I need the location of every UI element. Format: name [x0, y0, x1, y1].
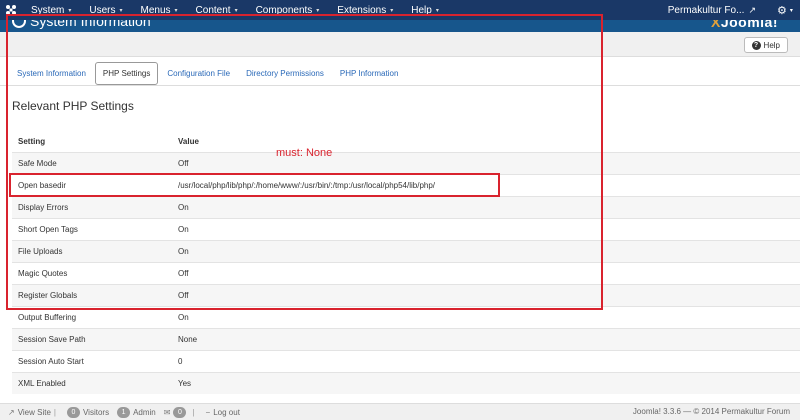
messages-status[interactable]: ✉ 0 — [163, 406, 190, 418]
help-icon: ? — [751, 40, 761, 50]
admin-count-badge: 1 — [117, 406, 131, 418]
caret-down-icon: ▾ — [234, 7, 238, 14]
annotation-highlight-box — [6, 14, 603, 310]
admin-status: 1 Admin — [117, 406, 156, 418]
setting-name: Session Auto Start — [18, 357, 84, 366]
status-bar: ↗ View Site | 0 Visitors 1 Admin ✉ 0 | −… — [0, 403, 800, 420]
caret-down-icon: ▾ — [390, 7, 394, 14]
setting-value: None — [178, 335, 198, 344]
settings-dropdown[interactable]: ⚙ ▾ — [770, 0, 800, 20]
caret-down-icon: ▾ — [68, 7, 72, 14]
divider: | — [192, 407, 195, 417]
setting-name: XML Enabled — [18, 379, 66, 388]
setting-value: On — [178, 313, 189, 322]
external-link-icon: ↗ — [8, 407, 15, 417]
help-button[interactable]: ? Help — [743, 37, 788, 53]
minus-icon: − — [205, 407, 211, 417]
logout-link[interactable]: − Log out — [206, 408, 240, 417]
annotation-note: must: None — [276, 147, 333, 159]
joomla-brand-logo: XJoomla! — [710, 20, 778, 30]
table-row: XML Enabled Yes — [12, 372, 800, 394]
view-site-link[interactable]: ↗ View Site — [8, 408, 51, 417]
caret-down-icon: ▾ — [435, 7, 439, 14]
footer-copyright: Joomla! 3.3.6 — © 2014 Permakultur Forum — [632, 407, 790, 416]
gear-icon: ⚙ — [777, 4, 787, 17]
messages-count-badge: 0 — [173, 406, 187, 418]
caret-down-icon: ▾ — [316, 7, 320, 14]
visitors-status: 0 Visitors — [66, 406, 109, 418]
divider: | — [53, 407, 56, 417]
site-name-link[interactable]: Permakultur Fo... ↗ — [664, 5, 760, 16]
setting-name: Output Buffering — [18, 313, 77, 322]
envelope-icon: ✉ — [163, 407, 171, 417]
table-row: Session Save Path None — [12, 328, 800, 350]
annotation-open-basedir-box — [9, 173, 500, 197]
setting-value: 0 — [178, 357, 183, 366]
table-row: Session Auto Start 0 — [12, 350, 800, 372]
setting-value: Yes — [178, 379, 192, 388]
caret-down-icon: ▾ — [174, 7, 178, 14]
caret-down-icon: ▾ — [119, 7, 123, 14]
visitors-count-badge: 0 — [66, 406, 80, 418]
setting-name: Session Save Path — [18, 335, 86, 344]
caret-down-icon: ▾ — [789, 7, 793, 14]
navbar-right: Permakultur Fo... ↗ ⚙ ▾ — [664, 0, 800, 20]
external-link-icon: ↗ — [748, 4, 756, 15]
